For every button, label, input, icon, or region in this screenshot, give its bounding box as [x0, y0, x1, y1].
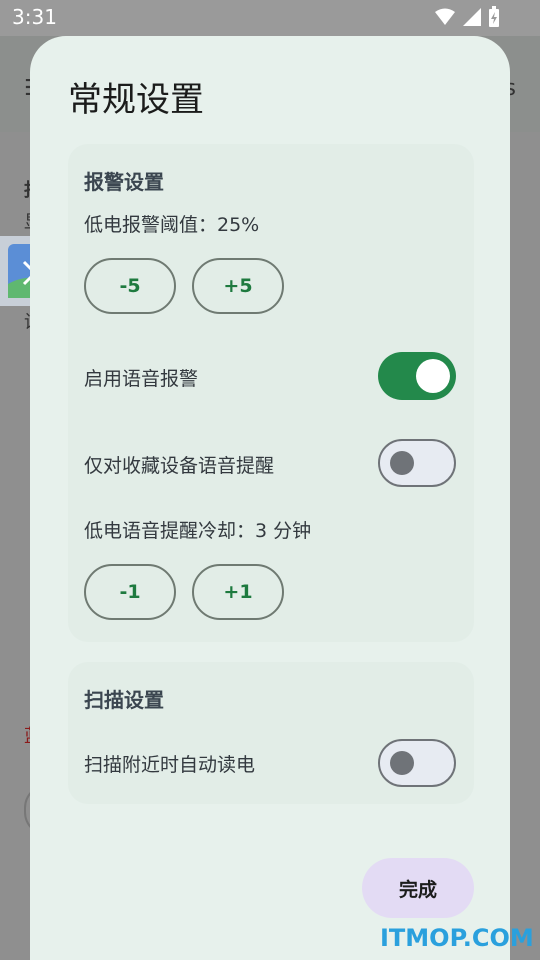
favorites-only-toggle[interactable] [378, 439, 456, 487]
wifi-icon [435, 8, 455, 25]
cooldown-minus-button[interactable]: -1 [84, 564, 176, 620]
status-time: 3:31 [12, 5, 57, 29]
scan-settings-card: 扫描设置 扫描附近时自动读电 [68, 662, 474, 804]
watermark: ITMOP.COM [380, 924, 534, 952]
status-bar: 3:31 [0, 0, 540, 36]
toggle-knob [390, 451, 414, 475]
auto-read-toggle[interactable] [378, 739, 456, 787]
settings-dialog: 常规设置 报警设置 低电报警阈值：25% -5 +5 启用语音报警 仅对收藏设备… [30, 36, 510, 960]
toggle-knob [390, 751, 414, 775]
toggle-knob [416, 359, 450, 393]
threshold-plus-button[interactable]: +5 [192, 258, 284, 314]
favorites-only-label: 仅对收藏设备语音提醒 [84, 455, 275, 477]
cooldown-label: 低电语音提醒冷却：3 分钟 [84, 520, 312, 542]
dialog-title: 常规设置 [68, 80, 204, 120]
status-icons [434, 6, 500, 28]
voice-alarm-label: 启用语音报警 [84, 368, 199, 390]
done-button[interactable]: 完成 [362, 858, 474, 918]
threshold-label: 低电报警阈值：25% [84, 214, 260, 236]
alarm-section-title: 报警设置 [84, 170, 164, 194]
cooldown-plus-button[interactable]: +1 [192, 564, 284, 620]
voice-alarm-toggle[interactable] [378, 352, 456, 400]
signal-icon [463, 8, 481, 26]
battery-icon [489, 6, 499, 27]
threshold-minus-button[interactable]: -5 [84, 258, 176, 314]
auto-read-label: 扫描附近时自动读电 [84, 754, 256, 776]
scan-section-title: 扫描设置 [84, 688, 164, 712]
alarm-settings-card: 报警设置 低电报警阈值：25% -5 +5 启用语音报警 仅对收藏设备语音提醒 … [68, 144, 474, 642]
